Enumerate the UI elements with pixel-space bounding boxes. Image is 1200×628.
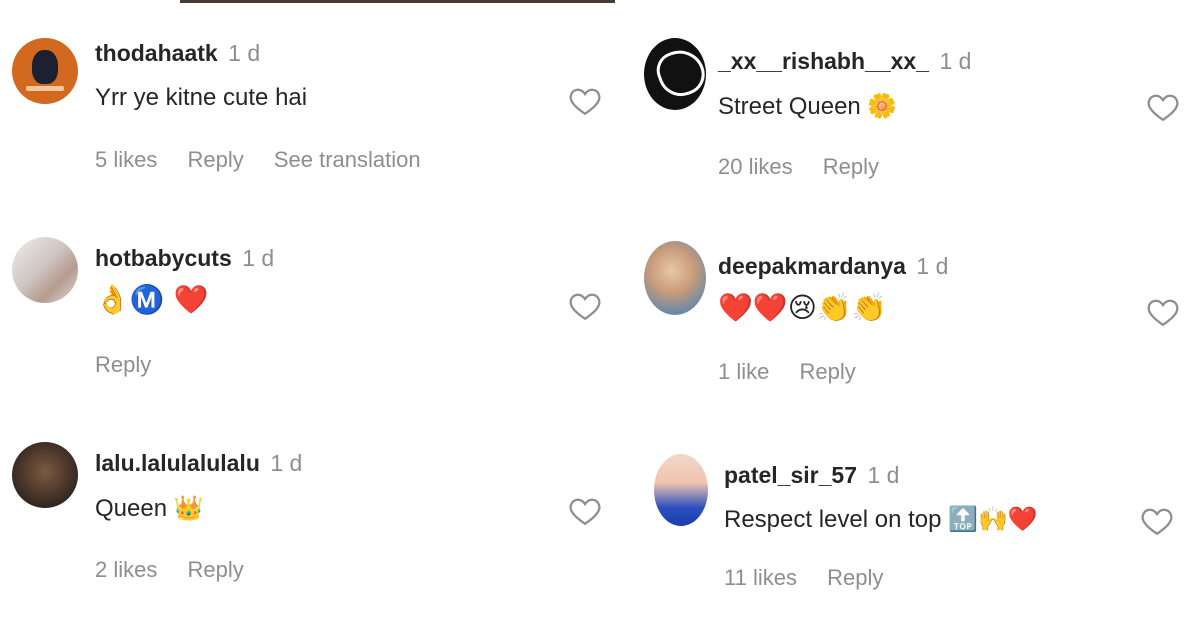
timestamp[interactable]: 1 d	[270, 450, 302, 476]
comment-text: Queen 👑	[95, 495, 204, 522]
comment-item: patel_sir_57 1 d Respect level on top 🔝🙌…	[620, 410, 1200, 600]
comment-actions: 20 likes Reply	[718, 154, 903, 180]
comment-text: Yrr ye kitne cute hai	[95, 84, 308, 111]
comment-text: Respect level on top 🔝🙌❤️	[724, 506, 1038, 533]
comment-actions: 11 likes Reply	[724, 565, 907, 591]
username[interactable]: deepakmardanya	[718, 253, 906, 279]
avatar[interactable]	[644, 38, 706, 110]
heart-outline-icon[interactable]	[568, 494, 602, 528]
comment-item: hotbabycuts 1 d 👌Ⓜ️ ❤️ Reply	[0, 205, 610, 395]
likes-count[interactable]: 5 likes	[95, 147, 157, 172]
likes-count[interactable]: 20 likes	[718, 154, 793, 179]
heart-outline-icon[interactable]	[568, 289, 602, 323]
comment-item: lalu.lalulalulalu 1 d Queen 👑 2 likes Re…	[0, 410, 610, 600]
avatar[interactable]	[654, 454, 708, 526]
reply-button[interactable]: Reply	[187, 557, 243, 582]
avatar[interactable]	[12, 442, 78, 508]
username[interactable]: patel_sir_57	[724, 462, 857, 488]
timestamp[interactable]: 1 d	[867, 462, 899, 488]
reply-button[interactable]: Reply	[823, 154, 879, 179]
comment-header: hotbabycuts 1 d	[95, 245, 274, 272]
reply-button[interactable]: Reply	[95, 352, 151, 377]
comment-item: thodahaatk 1 d Yrr ye kitne cute hai 5 l…	[0, 0, 610, 190]
comment-actions: Reply	[95, 352, 175, 378]
heart-outline-icon[interactable]	[1146, 295, 1180, 329]
username[interactable]: hotbabycuts	[95, 245, 232, 271]
username[interactable]: thodahaatk	[95, 40, 218, 66]
comment-header: _xx__rishabh__xx_ 1 d	[718, 48, 971, 75]
comment-actions: 5 likes Reply See translation	[95, 147, 445, 173]
avatar-caption	[26, 86, 64, 91]
heart-outline-icon[interactable]	[1146, 90, 1180, 124]
comment-header: deepakmardanya 1 d	[718, 253, 948, 280]
see-translation-button[interactable]: See translation	[274, 147, 421, 172]
comment-header: lalu.lalulalulalu 1 d	[95, 450, 302, 477]
timestamp[interactable]: 1 d	[916, 253, 948, 279]
username[interactable]: _xx__rishabh__xx_	[718, 48, 929, 74]
likes-count[interactable]: 1 like	[718, 359, 769, 384]
avatar[interactable]	[12, 237, 78, 303]
likes-count[interactable]: 11 likes	[724, 565, 797, 590]
likes-count[interactable]: 2 likes	[95, 557, 157, 582]
username[interactable]: lalu.lalulalulalu	[95, 450, 260, 476]
comment-emojis: ❤️❤️😢👏👏	[718, 291, 887, 324]
comment-actions: 2 likes Reply	[95, 557, 268, 583]
comment-header: thodahaatk 1 d	[95, 40, 260, 67]
avatar-logo	[651, 43, 706, 103]
avatar[interactable]	[644, 241, 706, 315]
heart-outline-icon[interactable]	[568, 84, 602, 118]
timestamp[interactable]: 1 d	[939, 48, 971, 74]
comment-item: deepakmardanya 1 d ❤️❤️😢👏👏 1 like Reply	[620, 205, 1200, 395]
comment-text: Street Queen 🌼	[718, 93, 898, 120]
timestamp[interactable]: 1 d	[228, 40, 260, 66]
reply-button[interactable]: Reply	[187, 147, 243, 172]
heart-outline-icon[interactable]	[1140, 504, 1174, 538]
avatar[interactable]	[12, 38, 78, 104]
reply-button[interactable]: Reply	[799, 359, 855, 384]
timestamp[interactable]: 1 d	[242, 245, 274, 271]
reply-button[interactable]: Reply	[827, 565, 883, 590]
comment-actions: 1 like Reply	[718, 359, 880, 385]
comment-item: _xx__rishabh__xx_ 1 d Street Queen 🌼 20 …	[620, 0, 1200, 190]
avatar-figure	[32, 50, 58, 84]
comment-emojis: 👌Ⓜ️ ❤️	[95, 283, 209, 316]
comment-header: patel_sir_57 1 d	[724, 462, 899, 489]
